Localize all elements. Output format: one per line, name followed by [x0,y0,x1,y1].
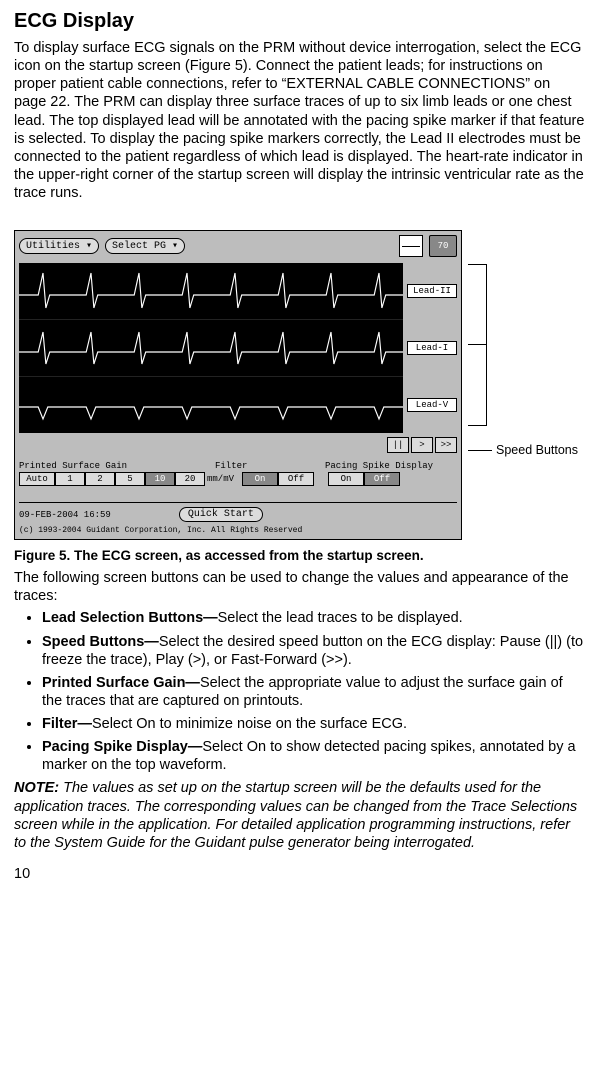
filter-button[interactable]: On [242,472,278,486]
ecg-icon[interactable] [399,235,423,257]
trace-row [19,320,403,377]
gain-button[interactable]: 2 [85,472,115,486]
gain-button[interactable]: Auto [19,472,55,486]
lead-selection-button[interactable]: Lead-I [407,341,457,355]
intro-paragraph: The following screen buttons can be used… [14,569,585,605]
trace-row [19,263,403,320]
fast-forward-button[interactable]: >> [435,437,457,453]
page-title: ECG Display [14,10,585,33]
body-paragraph: To display surface ECG signals on the PR… [14,39,585,202]
lead-buttons-column: Lead-II Lead-I Lead-V [407,263,457,433]
gain-button[interactable]: 20 [175,472,205,486]
spike-label: Pacing Spike Display [325,461,457,471]
play-button[interactable]: > [411,437,433,453]
spike-button[interactable]: On [328,472,364,486]
figure: Utilities ▾ Select PG ▾ 70 [14,230,585,563]
lead-selection-button[interactable]: Lead-II [407,284,457,298]
trace-display [19,263,403,433]
speed-buttons-callout: Speed Buttons [496,443,578,457]
list-item: Lead Selection Buttons—Select the lead t… [42,609,585,627]
quick-start-button[interactable]: Quick Start [179,507,263,522]
list-item: Filter—Select On to minimize noise on th… [42,715,585,733]
gain-button[interactable]: 10 [145,472,175,486]
spike-button[interactable]: Off [364,472,400,486]
gain-label: Printed Surface Gain [19,461,215,471]
gain-unit: mm/mV [207,474,234,484]
bullet-list: Lead Selection Buttons—Select the lead t… [14,609,585,774]
heart-rate-indicator: 70 [429,235,457,257]
ecg-screenshot: Utilities ▾ Select PG ▾ 70 [14,230,462,540]
figure-caption: Figure 5. The ECG screen, as accessed fr… [14,548,585,563]
timestamp: 09-FEB-2004 16:59 [19,510,111,520]
list-item: Speed Buttons—Select the desired speed b… [42,633,585,669]
select-pg-button[interactable]: Select PG ▾ [105,238,185,254]
controls-row: Printed Surface Gain Filter Pacing Spike… [15,455,461,488]
list-item: Pacing Spike Display—Select On to show d… [42,738,585,774]
copyright: (c) 1993-2004 Guidant Corporation, Inc. … [15,524,461,539]
toolbar: Utilities ▾ Select PG ▾ 70 [15,231,461,261]
note-paragraph: NOTE: The values as set up on the startu… [14,779,585,852]
gain-button[interactable]: 5 [115,472,145,486]
pause-button[interactable]: || [387,437,409,453]
gain-button[interactable]: 1 [55,472,85,486]
speed-buttons: || > >> [15,435,461,455]
lead-selection-button[interactable]: Lead-V [407,398,457,412]
filter-label: Filter [215,461,325,471]
page-number: 10 [14,866,585,882]
list-item: Printed Surface Gain—Select the appropri… [42,674,585,710]
utilities-button[interactable]: Utilities ▾ [19,238,99,254]
filter-button[interactable]: Off [278,472,314,486]
trace-row [19,377,403,433]
